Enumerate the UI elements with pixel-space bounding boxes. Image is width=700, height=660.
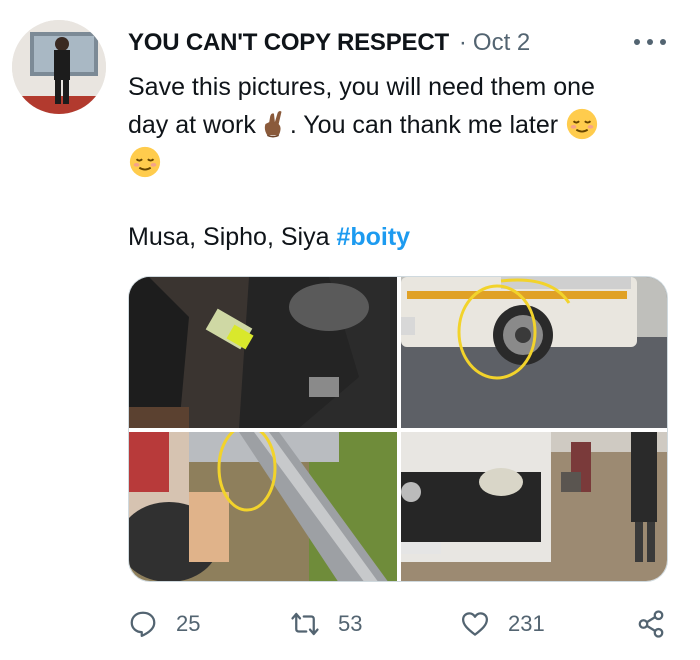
tweet-header: YOU CAN'T COPY RESPECT · Oct 2 bbox=[128, 26, 680, 60]
relieved-face-emoji bbox=[129, 147, 161, 178]
tweet-text-line-2-start: day at work bbox=[128, 111, 256, 139]
photo-3[interactable] bbox=[129, 432, 397, 581]
tweet-text-line-1: Save this pictures, you will need them o… bbox=[128, 73, 595, 101]
like-count: 231 bbox=[508, 611, 545, 636]
tweet-text-line-2: day at work . You can thank me later bbox=[128, 106, 668, 144]
retweet-count: 53 bbox=[338, 611, 363, 636]
tweet-text-line-3 bbox=[128, 144, 668, 182]
crossed-fingers-emoji bbox=[264, 111, 282, 138]
tweet-date[interactable]: Oct 2 bbox=[473, 29, 530, 57]
tweet-names: Musa, Sipho, Siya bbox=[128, 223, 337, 251]
hashtag-link[interactable]: #boity bbox=[336, 223, 410, 251]
tweet-text-line-2-end: . You can thank me later bbox=[289, 111, 559, 139]
photo-2[interactable] bbox=[401, 277, 667, 428]
media-grid bbox=[128, 276, 668, 582]
reply-count: 25 bbox=[176, 611, 201, 636]
tweet-names-line: Musa, Sipho, Siya #boity bbox=[128, 218, 410, 256]
relieved-face-emoji bbox=[566, 109, 598, 140]
retweet-icon bbox=[291, 612, 319, 636]
share-icon bbox=[638, 610, 664, 638]
heart-icon bbox=[462, 612, 488, 636]
tweet-actions: 25 53 231 bbox=[128, 604, 668, 644]
reply-bubble-icon bbox=[130, 611, 156, 637]
share-button[interactable] bbox=[636, 604, 684, 644]
like-button[interactable]: 231 bbox=[460, 604, 545, 644]
reply-button[interactable]: 25 bbox=[128, 604, 200, 644]
photo-1[interactable] bbox=[129, 277, 397, 428]
photo-4[interactable] bbox=[401, 432, 667, 581]
more-dots-icon[interactable] bbox=[634, 30, 666, 54]
retweet-button[interactable]: 53 bbox=[290, 604, 362, 644]
tweet-text: Save this pictures, you will need them o… bbox=[128, 68, 668, 182]
author-avatar[interactable] bbox=[12, 20, 106, 114]
author-name[interactable]: YOU CAN'T COPY RESPECT bbox=[128, 29, 449, 57]
header-separator: · bbox=[458, 29, 467, 56]
